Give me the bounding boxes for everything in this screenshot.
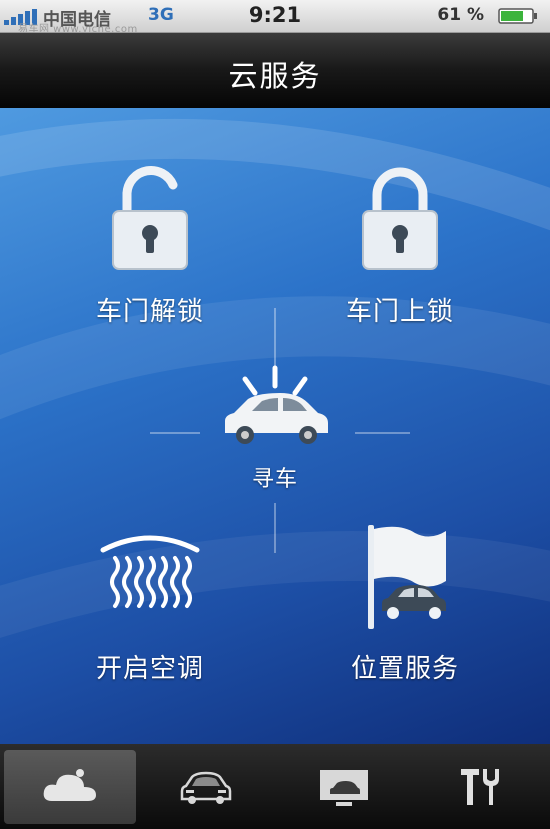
location-service-button[interactable]: 位置服务 xyxy=(305,523,505,713)
tab-cloud[interactable] xyxy=(4,750,136,824)
unlocked-padlock-icon xyxy=(112,165,188,270)
windshield-defrost-icon xyxy=(100,535,200,608)
status-bar: 中国电信 3G 9:21 61 % 易车网 www.yiche.com xyxy=(0,0,550,35)
find-car-button[interactable]: 寻车 xyxy=(175,363,375,503)
start-ac-button[interactable]: 开启空调 xyxy=(50,528,250,718)
unlock-doors-label: 车门解锁 xyxy=(95,297,204,327)
location-service-label: 位置服务 xyxy=(350,654,459,684)
monitor-car-icon xyxy=(320,770,368,806)
tab-tools[interactable] xyxy=(416,750,548,824)
locked-padlock-icon xyxy=(362,167,438,270)
page-title: 云服务 xyxy=(228,59,322,93)
cloud-icon xyxy=(43,769,96,801)
car-honk-icon xyxy=(225,365,328,444)
battery-percentage: 61 % xyxy=(437,5,484,25)
tab-bar xyxy=(0,744,550,829)
flag-car-icon xyxy=(368,525,446,629)
service-panel: 车门解锁 车门上锁 寻车 开启空调 位置服务 xyxy=(0,108,550,744)
lock-doors-label: 车门上锁 xyxy=(345,297,454,327)
tab-vehicle[interactable] xyxy=(140,750,272,824)
nav-bar: 云服务 xyxy=(0,33,550,108)
battery-icon xyxy=(498,8,537,24)
tab-monitor[interactable] xyxy=(278,750,410,824)
lock-doors-button[interactable]: 车门上锁 xyxy=(300,163,500,353)
car-icon xyxy=(180,771,232,804)
tools-icon xyxy=(461,769,499,805)
unlock-doors-button[interactable]: 车门解锁 xyxy=(50,163,250,353)
start-ac-label: 开启空调 xyxy=(95,654,204,684)
find-car-label: 寻车 xyxy=(251,467,298,492)
